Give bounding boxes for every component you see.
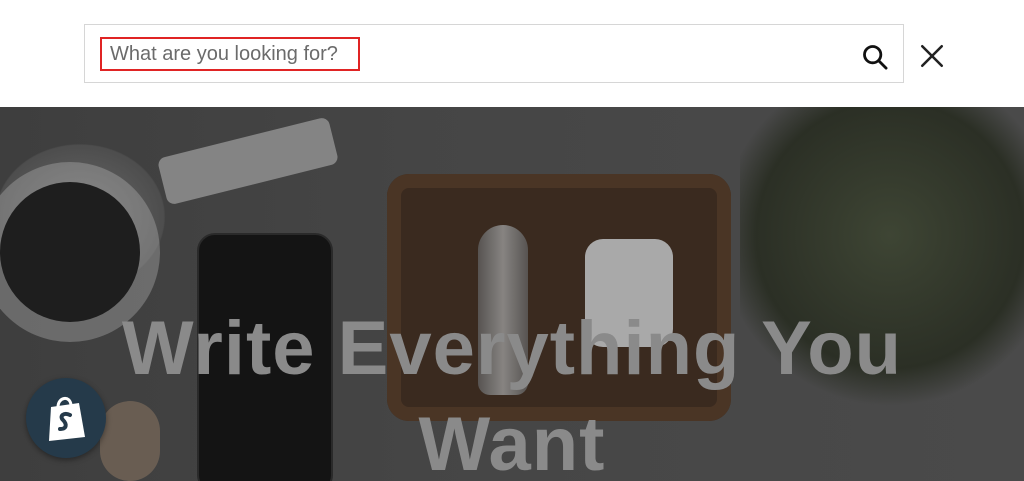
search-box[interactable] — [84, 24, 904, 83]
hero-banner: Write Everything You Want — [0, 107, 1024, 481]
hero-title-line-1: Write Everything You — [121, 306, 903, 391]
hero-title: Write Everything You Want — [0, 301, 1024, 481]
search-button[interactable] — [858, 40, 892, 74]
shopify-bag-icon — [49, 397, 85, 441]
hero-title-line-2: Want — [418, 402, 606, 481]
close-button[interactable] — [915, 39, 949, 73]
close-icon — [920, 44, 944, 68]
hero-bg-stapler — [156, 116, 340, 206]
shopify-badge-button[interactable] — [26, 378, 106, 458]
search-overlay-header — [0, 0, 1024, 107]
search-input[interactable] — [99, 39, 839, 69]
search-icon — [863, 45, 888, 70]
